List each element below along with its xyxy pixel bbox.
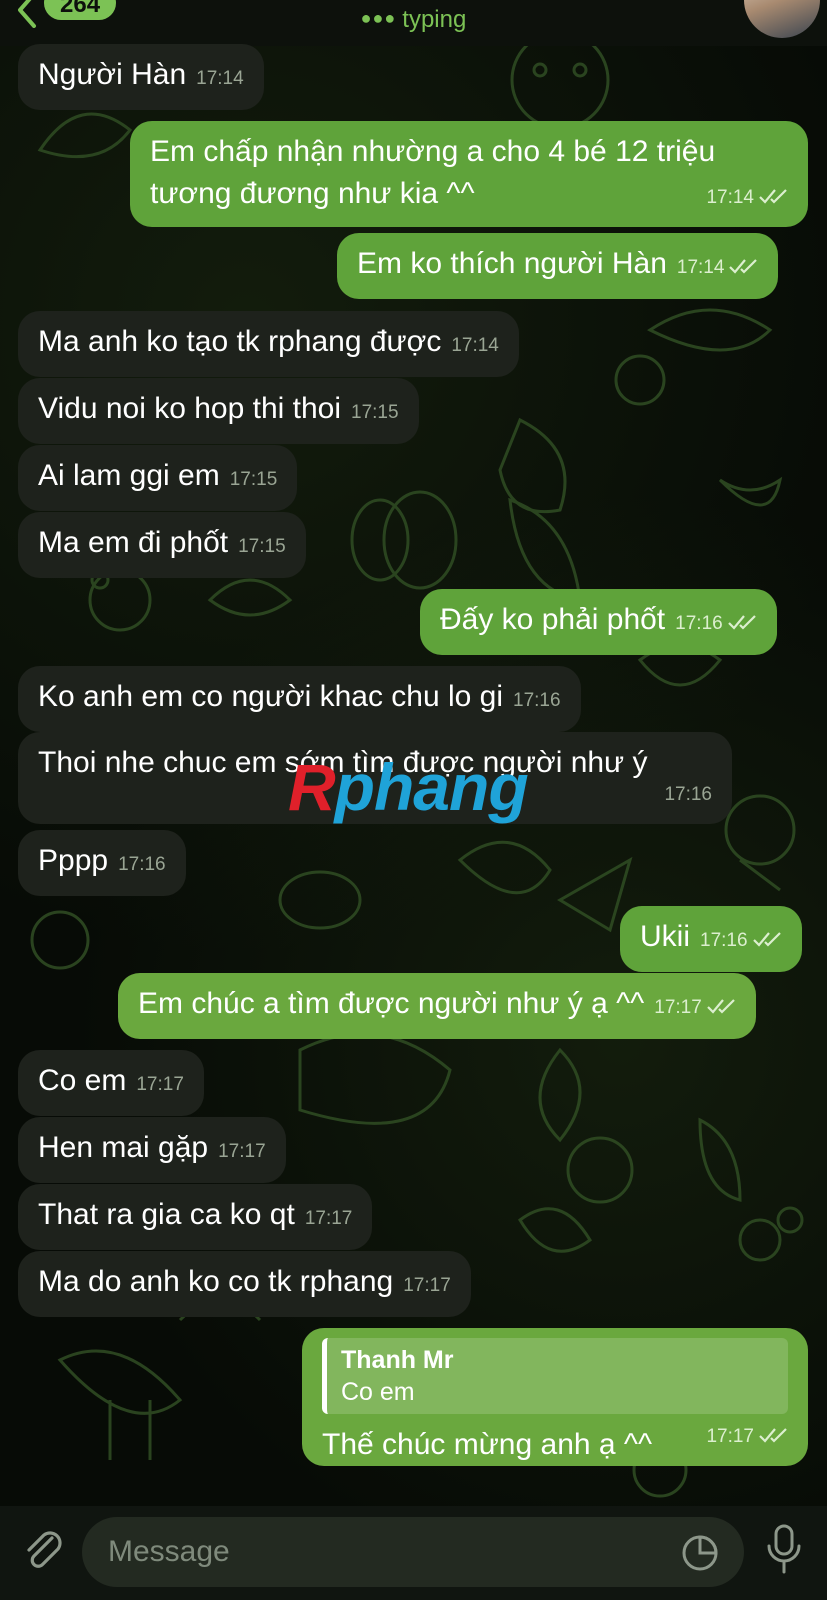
message-bubble-incoming[interactable]: Người Hàn 17:14 [18, 44, 264, 110]
typing-dots-icon: ●●● [360, 8, 397, 28]
message-time: 17:17 [136, 1074, 184, 1095]
message-placeholder: Message [108, 1535, 230, 1568]
message-text: Ma do anh ko co tk rphang [38, 1265, 394, 1298]
message-time: 17:17 [706, 1426, 754, 1447]
message-bubble-outgoing[interactable]: Ukii 17:16 [620, 906, 802, 972]
message-time: 17:17 [304, 1208, 353, 1229]
read-checkmark-icon [752, 932, 781, 947]
reply-author: Thanh Mr [341, 1346, 454, 1374]
message-time: 17:16 [675, 613, 723, 634]
message-bubble-incoming[interactable]: Ma anh ko tạo tk rphang được 17:14 [18, 311, 519, 377]
message-time: 17:16 [664, 784, 712, 805]
message-text: That ra gia ca ko qt [38, 1198, 295, 1231]
message-text: Hen mai gặp [38, 1131, 209, 1164]
message-time: 17:17 [654, 997, 702, 1018]
message-text-line: tương đương như kia ^^ [150, 177, 475, 210]
message-text: Co em [38, 1064, 127, 1097]
message-time: 17:14 [451, 335, 499, 356]
read-checkmark-icon [729, 259, 758, 274]
message-text: Ma em đi phốt [38, 526, 229, 559]
reply-text: Co em [341, 1378, 415, 1406]
message-meta: 17:14 [696, 177, 788, 219]
chat-header: 264 ●●● typing [0, 0, 827, 46]
message-text: Đấy ko phải phốt [440, 603, 666, 636]
message-text: Ai lam ggi em [38, 459, 220, 492]
read-checkmark-icon [759, 1428, 787, 1443]
message-text: Ko anh em co người khac chu lo gi [38, 680, 504, 713]
message-time: 17:16 [118, 854, 166, 875]
message-bubble-outgoing-reply[interactable]: Thanh Mr Co em Thế chúc mừng anh ạ ^^ 17… [302, 1328, 808, 1466]
message-time: 17:15 [351, 402, 399, 423]
microphone-icon[interactable] [764, 1524, 804, 1576]
message-time: 17:17 [403, 1275, 451, 1296]
read-checkmark-icon [727, 615, 756, 630]
message-bubble-incoming[interactable]: Ai lam ggi em 17:15 [18, 445, 298, 511]
message-bubble-incoming[interactable]: Vidu noi ko hop thi thoi 17:15 [18, 378, 419, 444]
message-input-bar: Message [0, 1506, 827, 1600]
message-input[interactable]: Message [82, 1517, 744, 1587]
paperclip-icon[interactable] [20, 1526, 66, 1572]
message-bubble-outgoing[interactable]: Đấy ko phải phốt 17:16 [420, 589, 777, 655]
message-text: Vidu noi ko hop thi thoi [38, 392, 342, 425]
message-bubble-incoming[interactable]: That ra gia ca ko qt 17:17 [18, 1184, 373, 1250]
message-time: 17:14 [196, 68, 244, 89]
message-bubble-outgoing[interactable]: Em chấp nhận nhường a cho 4 bé 12 triệu … [130, 121, 808, 227]
message-time: 17:15 [238, 536, 286, 557]
typing-status: ●●● typing [0, 6, 827, 34]
reply-quote[interactable]: Thanh Mr Co em [322, 1338, 788, 1414]
read-checkmark-icon [759, 189, 787, 204]
message-text: Pppp [38, 844, 109, 877]
message-bubble-incoming[interactable]: Co em 17:17 [18, 1050, 204, 1116]
message-text: Em chúc a tìm được người như ý ạ ^^ [138, 987, 645, 1020]
message-time: 17:14 [676, 257, 725, 278]
message-bubble-outgoing[interactable]: Em ko thích người Hàn 17:14 [337, 233, 779, 299]
message-time: 17:17 [218, 1141, 266, 1162]
message-time: 17:14 [706, 187, 754, 208]
message-bubble-incoming[interactable]: Pppp 17:16 [18, 830, 186, 896]
message-bubble-incoming[interactable]: Hen mai gặp 17:17 [18, 1117, 286, 1183]
message-text: Ma anh ko tạo tk rphang được [38, 325, 442, 358]
message-text: Ukii [640, 920, 690, 953]
message-meta: 17:16 [654, 774, 712, 816]
message-bubble-incoming[interactable]: Ma do anh ko co tk rphang 17:17 [18, 1251, 471, 1317]
message-bubble-incoming[interactable]: Ma em đi phốt 17:15 [18, 512, 306, 578]
message-text-line: Em chấp nhận nhường a cho 4 bé 12 triệu [150, 135, 716, 168]
message-bubble-outgoing[interactable]: Em chúc a tìm được người như ý ạ ^^ 17:17 [118, 973, 756, 1039]
read-checkmark-icon [707, 999, 735, 1014]
rphang-watermark-logo: Rphang [288, 750, 529, 824]
message-time: 17:15 [229, 469, 278, 490]
message-time: 17:16 [700, 930, 748, 951]
message-bubble-incoming[interactable]: Ko anh em co người khac chu lo gi 17:16 [18, 666, 581, 732]
message-text: Người Hàn [38, 58, 187, 91]
sticker-icon[interactable] [680, 1533, 720, 1573]
typing-status-text: typing [402, 6, 467, 33]
message-text: Em ko thích người Hàn [357, 247, 667, 280]
message-meta: 17:17 [696, 1416, 788, 1458]
message-time: 17:16 [513, 690, 561, 711]
